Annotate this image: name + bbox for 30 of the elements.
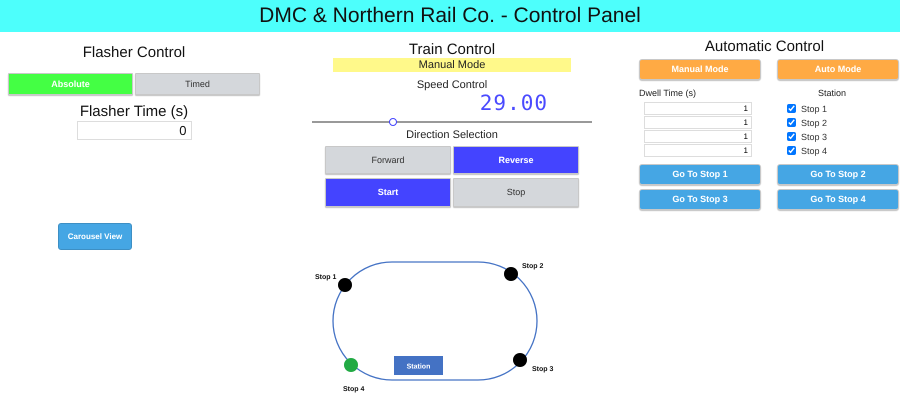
station-name: Stop 2 bbox=[801, 118, 828, 128]
mode-banner: Manual Mode bbox=[333, 58, 571, 72]
direction-button[interactable]: Reverse bbox=[453, 146, 579, 174]
station-name: Stop 4 bbox=[801, 146, 828, 156]
dwell-time-field[interactable]: 1 bbox=[644, 116, 752, 128]
start-button[interactable]: Start bbox=[325, 178, 451, 206]
dwell-time-field[interactable]: 1 bbox=[644, 102, 752, 114]
slider-thumb[interactable] bbox=[389, 118, 398, 126]
speed-display: 29.00 bbox=[480, 90, 548, 114]
section-title: Flasher Control bbox=[82, 44, 186, 60]
station-name: Stop 1 bbox=[801, 104, 828, 114]
mode-button[interactable]: Timed bbox=[135, 72, 260, 94]
station-name: Stop 3 bbox=[801, 132, 828, 142]
station-checkbox[interactable] bbox=[787, 104, 796, 113]
station-checkbox[interactable] bbox=[787, 132, 796, 141]
stop-button[interactable]: Stop bbox=[453, 178, 579, 206]
direction-button[interactable]: Forward bbox=[325, 146, 451, 174]
station-checkbox[interactable] bbox=[787, 146, 796, 155]
field-label: Flasher Time (s) bbox=[80, 102, 188, 120]
dwell-time-label: Dwell Time (s) bbox=[639, 88, 698, 98]
dwell-time-field[interactable]: 1 bbox=[644, 144, 752, 156]
station-label: Station bbox=[816, 88, 848, 98]
section-title: Train Control bbox=[408, 40, 496, 58]
dwell-time-field[interactable]: 1 bbox=[644, 130, 752, 142]
section-title: Automatic Control bbox=[704, 38, 826, 54]
page-title: DMC & Northern Rail Co. - Control Panel bbox=[259, 4, 641, 28]
speed-label: Speed Control bbox=[416, 78, 488, 90]
direction-label: Direction Selection bbox=[406, 128, 498, 140]
flasher-time-field[interactable]: 0 bbox=[76, 120, 192, 140]
station-checkbox[interactable] bbox=[787, 118, 796, 127]
